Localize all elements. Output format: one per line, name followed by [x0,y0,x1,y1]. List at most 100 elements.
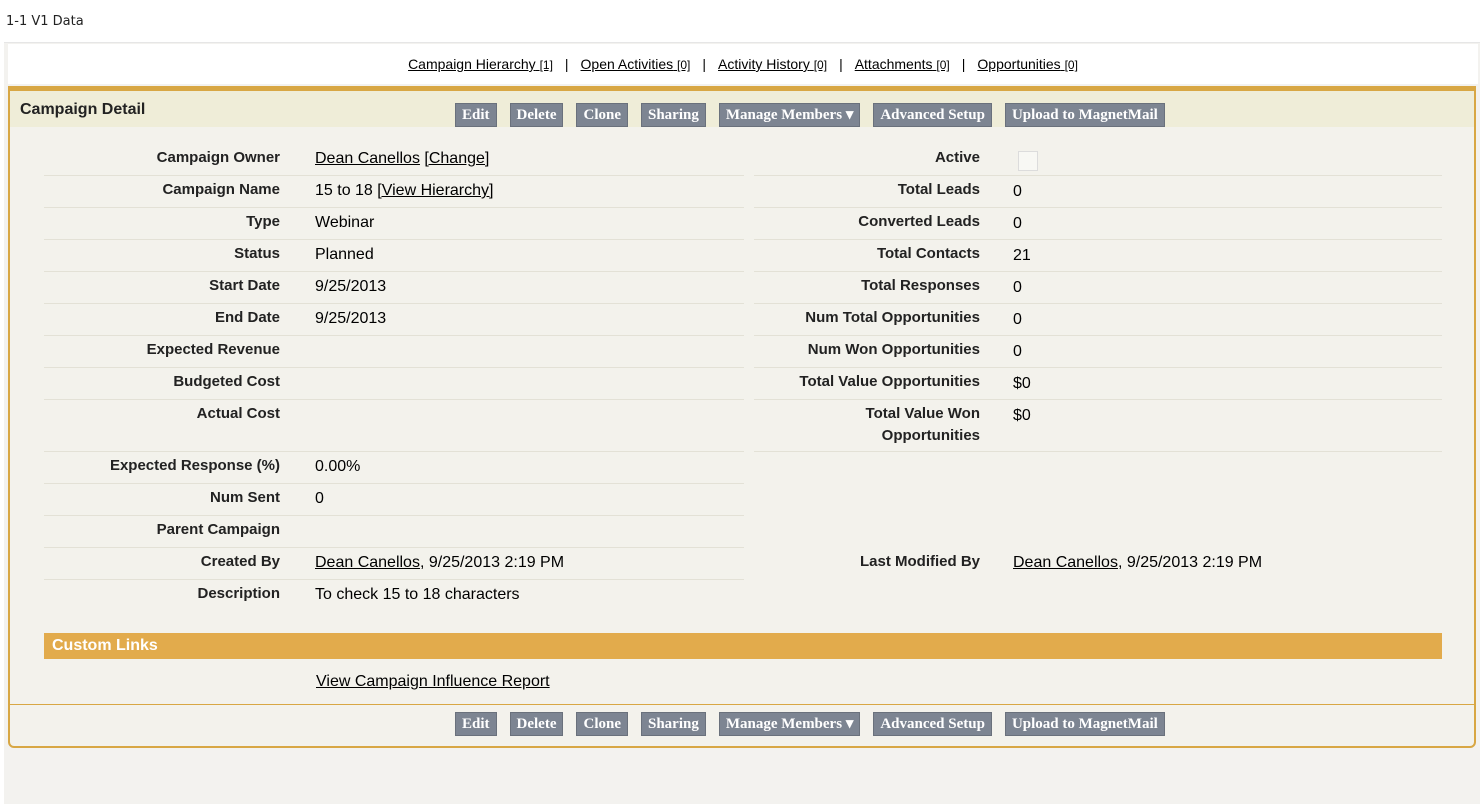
label-total-value-won-line1: Total Value Won [865,405,980,422]
page-label: 1-1 V1 Data [6,14,84,29]
link-count: [1] [539,58,553,72]
value-description: To check 15 to 18 characters [315,586,520,603]
change-owner-link[interactable]: [Change] [424,150,489,167]
label-total-responses: Total Responses [861,277,980,294]
manage-members-dropdown[interactable]: Manage Members [718,712,861,736]
link-opportunities[interactable]: Opportunities [0] [977,56,1078,72]
divider [44,579,744,580]
label-total-value-won-line2: Opportunities [881,427,980,444]
last-modified-user-link[interactable]: Dean Canellos [1013,554,1118,571]
value-campaign-owner: Dean Canellos [Change] [315,150,489,168]
label-num-won-opportunities: Num Won Opportunities [807,341,980,358]
sharing-button[interactable]: Sharing [640,103,706,127]
value-campaign-name: 15 to 18 [View Hierarchy] [315,182,493,200]
value-total-contacts: 21 [1013,247,1031,264]
divider [754,207,1442,208]
divider [44,335,744,336]
link-label: Attachments [854,56,933,72]
bottom-button-bar: Edit Delete Clone Sharing Manage Members… [455,712,1178,736]
edit-button[interactable]: Edit [455,103,497,127]
divider [44,483,744,484]
link-label: Campaign Hierarchy [408,56,536,72]
divider [754,335,1442,336]
top-button-bar: Edit Delete Clone Sharing Manage Members… [455,103,1178,127]
value-created-by: Dean Canellos, 9/25/2013 2:19 PM [315,554,564,572]
link-attachments[interactable]: Attachments [0] [855,56,950,72]
sharing-button[interactable]: Sharing [640,712,706,736]
label-active: Active [934,149,980,166]
divider [44,399,744,400]
label-campaign-name: Campaign Name [162,181,280,198]
label-description: Description [197,585,280,602]
link-open-activities[interactable]: Open Activities [0] [581,56,691,72]
label-end-date: End Date [214,309,280,326]
divider [44,303,744,304]
divider [754,303,1442,304]
manage-members-dropdown[interactable]: Manage Members [718,103,861,127]
divider [44,271,744,272]
divider [44,451,744,452]
panel-title: Campaign Detail [20,101,146,118]
label-campaign-owner: Campaign Owner [156,149,280,166]
upload-magnetmail-button[interactable]: Upload to MagnetMail [1004,712,1165,736]
label-status: Status [234,245,280,262]
value-total-value-won: $0 [1013,407,1031,424]
divider [44,175,744,176]
label-converted-leads: Converted Leads [858,213,980,230]
value-start-date: 9/25/2013 [315,278,387,295]
separator: | [702,56,707,72]
label-expected-response: Expected Response (%) [109,457,280,474]
divider [44,207,744,208]
label-num-total-opportunities: Num Total Opportunities [805,309,980,326]
label-last-modified-by: Last Modified By [859,553,980,570]
divider [44,515,744,516]
value-num-total-opportunities: 0 [1013,311,1022,328]
upload-magnetmail-button[interactable]: Upload to MagnetMail [1004,103,1165,127]
custom-links-header: Custom Links [44,633,1442,659]
view-hierarchy-link[interactable]: [View Hierarchy] [377,182,493,199]
divider [754,367,1442,368]
value-total-leads: 0 [1013,183,1022,200]
value-type: Webinar [315,214,375,231]
created-by-user-link[interactable]: Dean Canellos [315,554,420,571]
footer-divider [10,704,1474,705]
clone-button[interactable]: Clone [576,103,628,127]
value-total-value-opportunities: $0 [1013,375,1031,392]
label-start-date: Start Date [209,277,280,294]
campaign-detail-panel: Campaign Detail Edit Delete Clone Sharin… [8,86,1476,748]
value-converted-leads: 0 [1013,215,1022,232]
last-modified-date: , 9/25/2013 2:19 PM [1117,554,1263,571]
value-expected-response: 0.00% [315,458,361,475]
link-count: [0] [813,58,828,72]
separator: | [564,56,569,72]
link-label: Open Activities [580,56,674,72]
delete-button[interactable]: Delete [509,712,564,736]
edit-button[interactable]: Edit [455,712,497,736]
link-campaign-hierarchy[interactable]: Campaign Hierarchy [1] [408,56,553,72]
divider [754,399,1442,400]
label-type: Type [246,213,280,230]
link-activity-history[interactable]: Activity History [0] [718,56,827,72]
campaign-name-text: 15 to 18 [315,182,373,199]
divider [754,239,1442,240]
delete-button[interactable]: Delete [509,103,564,127]
divider [754,451,1442,452]
link-count: [0] [1064,58,1078,72]
link-label: Activity History [718,56,810,72]
divider [44,367,744,368]
owner-link[interactable]: Dean Canellos [315,150,420,167]
value-end-date: 9/25/2013 [315,310,387,327]
advanced-setup-button[interactable]: Advanced Setup [873,103,992,127]
advanced-setup-button[interactable]: Advanced Setup [873,712,992,736]
value-num-won-opportunities: 0 [1013,343,1022,360]
divider [44,239,744,240]
value-total-responses: 0 [1013,279,1022,296]
label-created-by: Created By [200,553,280,570]
link-count: [0] [677,58,691,72]
link-count: [0] [936,58,950,72]
clone-button[interactable]: Clone [576,712,628,736]
view-campaign-influence-link[interactable]: View Campaign Influence Report [316,673,550,691]
separator: | [839,56,843,72]
separator: | [961,56,966,72]
divider [754,271,1442,272]
